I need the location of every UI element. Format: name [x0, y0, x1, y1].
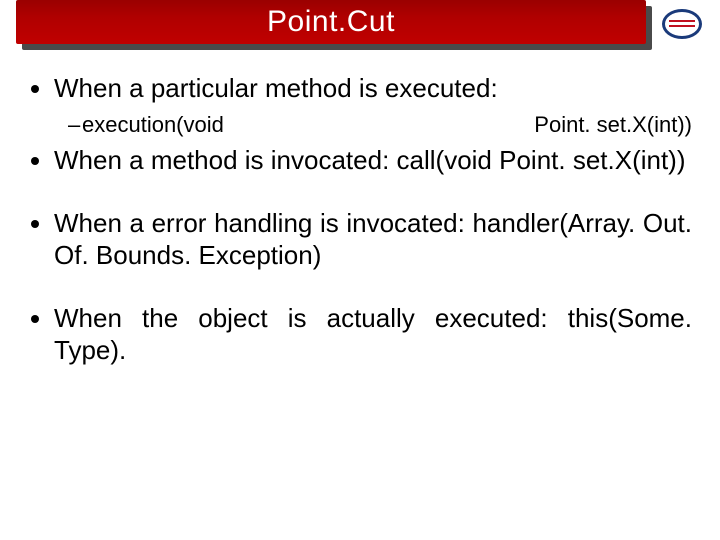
- bullet-item: When a error handling is invocated: hand…: [54, 207, 692, 272]
- slide-body: When a particular method is executed: – …: [0, 56, 720, 367]
- sub-bullet-right: Point. set.X(int)): [534, 111, 692, 139]
- bullet-item: When a particular method is executed: – …: [54, 72, 692, 138]
- title-area: Point.Cut: [0, 0, 720, 56]
- slide-title: Point.Cut: [267, 5, 395, 39]
- slide: Point.Cut When a particular method is ex…: [0, 0, 720, 540]
- dash-icon: –: [68, 111, 82, 139]
- bullet-text: When the object is actually executed: th…: [54, 303, 692, 366]
- sub-bullet-item: – execution(void Point. set.X(int)): [68, 111, 692, 139]
- logo-stripes: [669, 18, 695, 30]
- bullet-text: When a particular method is executed:: [54, 73, 498, 103]
- title-bar: Point.Cut: [16, 0, 646, 44]
- bullet-list: When a particular method is executed: – …: [28, 72, 692, 367]
- bullet-item: When the object is actually executed: th…: [54, 302, 692, 367]
- sub-bullet-left: execution(void: [82, 111, 224, 139]
- sub-bullet-list: – execution(void Point. set.X(int)): [54, 111, 692, 139]
- bullet-text: When a method is invocated: call(void Po…: [54, 145, 686, 175]
- bullet-text: When a error handling is invocated: hand…: [54, 208, 692, 271]
- logo-ellipse: [662, 9, 702, 39]
- globe-logo-icon: [658, 6, 706, 42]
- sub-bullet-spacer: [224, 111, 534, 139]
- bullet-item: When a method is invocated: call(void Po…: [54, 144, 692, 177]
